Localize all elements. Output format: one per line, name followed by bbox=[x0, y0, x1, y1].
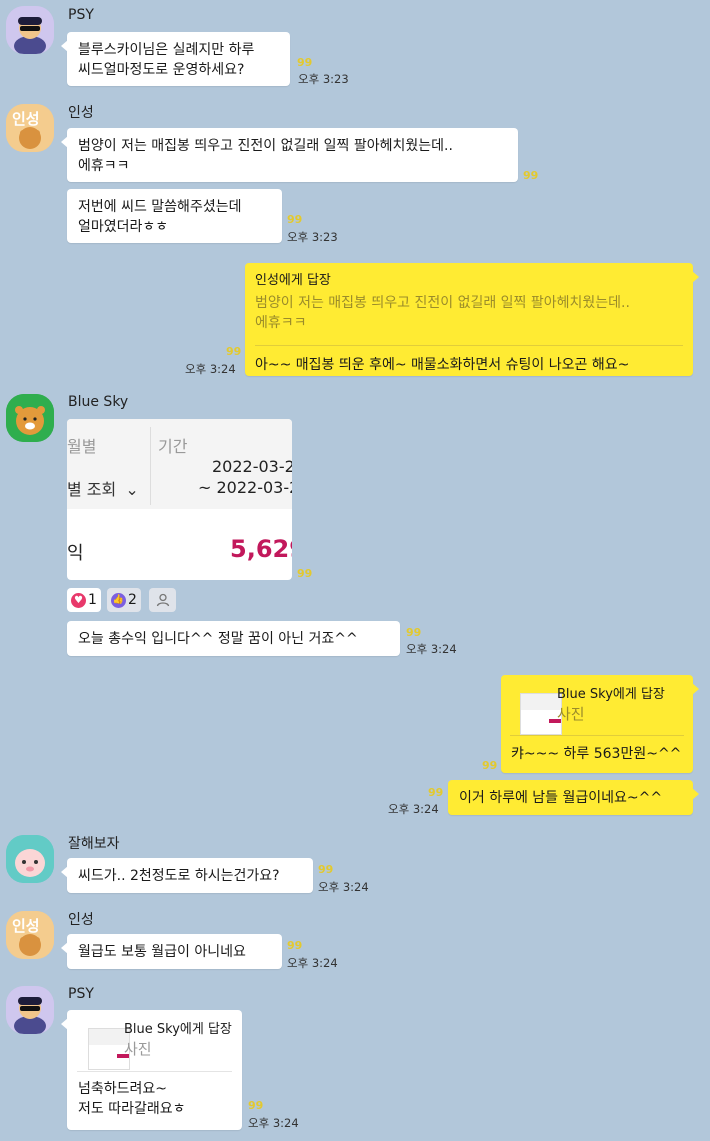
shared-image[interactable]: 월별 기간 2022-03-2 ~ 2022-03-2 별 조회 ⌄ 익 5,6… bbox=[67, 419, 292, 580]
divider bbox=[77, 1071, 232, 1072]
divider bbox=[255, 345, 683, 346]
sender-name: PSY bbox=[68, 986, 94, 1002]
timestamp: 오후 3:24 bbox=[406, 642, 457, 656]
message-text: 캬~~~ 하루 563만원~^^ bbox=[511, 746, 682, 762]
message-bubble[interactable]: 씨드가.. 2천정도로 하시는건가요? bbox=[61, 858, 313, 893]
image-date: 2022-03-2 bbox=[212, 457, 292, 476]
thumbs-up-icon: 👍 bbox=[111, 592, 126, 608]
unread-count: 99 bbox=[287, 939, 303, 952]
message-text: 에휴ㅋㅋ bbox=[78, 158, 130, 174]
message-bubble[interactable]: 블루스카이님은 실례지만 하루 씨드얼마정도로 운영하세요? bbox=[61, 32, 290, 86]
reply-quote: 에휴ㅋㅋ bbox=[255, 315, 307, 331]
ryan-avatar-icon bbox=[6, 394, 54, 442]
chevron-down-icon: ⌄ bbox=[125, 480, 139, 499]
divider bbox=[510, 735, 684, 736]
sender-name: 인성 bbox=[68, 912, 94, 928]
avatar-bluesky[interactable] bbox=[6, 394, 54, 442]
message-bubble[interactable]: 월급도 보통 월급이 아니네요 bbox=[61, 934, 282, 969]
unread-count: 99 bbox=[428, 786, 444, 799]
message-text: 저번에 씨드 말씀해주셨는데 bbox=[78, 199, 242, 215]
sender-name: Blue Sky bbox=[68, 394, 129, 410]
avatar-psy[interactable] bbox=[6, 986, 54, 1034]
message-text: 넘축하드려요~ bbox=[78, 1081, 168, 1097]
reply-target: Blue Sky에게 답장 bbox=[124, 1022, 232, 1037]
message-text: 범양이 저는 매집봉 띄우고 진전이 없길래 일찍 팔아헤치웠는데.. bbox=[78, 138, 453, 154]
message-bubble[interactable]: 이거 하루에 남들 월급이네요~^^ bbox=[448, 780, 699, 815]
reaction-heart[interactable]: ♥ 1 bbox=[67, 588, 101, 612]
message-text: 얼마였더라ㅎㅎ bbox=[78, 219, 169, 235]
avatar-psy[interactable] bbox=[6, 6, 54, 54]
my-reply-bubble[interactable]: 인성에게 답장 범양이 저는 매집봉 띄우고 진전이 없길래 일찍 팔아헤치웠는… bbox=[245, 263, 699, 376]
unread-count: 99 bbox=[287, 213, 303, 226]
message-bubble[interactable]: 범양이 저는 매집봉 띄우고 진전이 없길래 일찍 팔아헤치웠는데.. 에휴ㅋㅋ bbox=[61, 128, 518, 182]
timestamp: 오후 3:24 bbox=[388, 802, 439, 816]
message-text: 월급도 보통 월급이 아니네요 bbox=[78, 944, 246, 960]
unread-count: 99 bbox=[406, 626, 422, 639]
message-text: 이거 하루에 남들 월급이네요~^^ bbox=[459, 790, 663, 806]
timestamp: 오후 3:24 bbox=[185, 362, 236, 376]
avatar-inseong[interactable]: 인성 bbox=[6, 911, 54, 959]
image-dropdown: 별 조회 ⌄ bbox=[67, 476, 139, 500]
image-dropdown-label: 별 조회 bbox=[67, 480, 117, 499]
message-text: 씨드가.. 2천정도로 하시는건가요? bbox=[78, 868, 280, 884]
sender-name: 인성 bbox=[68, 105, 94, 121]
message-bubble[interactable]: 저번에 씨드 말씀해주셨는데 얼마였더라ㅎㅎ bbox=[67, 189, 282, 243]
reply-target: 인성에게 답장 bbox=[255, 273, 331, 288]
image-amount: 5,629 bbox=[230, 535, 292, 563]
my-reply-bubble[interactable]: Blue Sky에게 답장 사진 캬~~~ 하루 563만원~^^ bbox=[501, 675, 699, 773]
photo-thumbnail bbox=[520, 693, 562, 735]
message-text: 오늘 총수익 입니다^^ 정말 꿈이 아닌 거죠^^ bbox=[78, 631, 358, 647]
unread-count: 99 bbox=[482, 759, 498, 772]
message-text: 저도 따라갈래요ㅎ bbox=[78, 1101, 186, 1117]
psy-avatar-icon bbox=[6, 6, 54, 54]
unread-count: 99 bbox=[297, 567, 313, 580]
heart-icon: ♥ bbox=[71, 592, 86, 608]
reply-quote: 사진 bbox=[557, 705, 585, 723]
psy-avatar-icon bbox=[6, 986, 54, 1034]
unread-count: 99 bbox=[297, 56, 313, 69]
message-bubble[interactable]: 오늘 총수익 입니다^^ 정말 꿈이 아닌 거죠^^ bbox=[67, 621, 400, 656]
image-date: ~ 2022-03-2 bbox=[198, 478, 292, 497]
avatar-label: 인성 bbox=[12, 917, 40, 935]
reaction-count: 1 bbox=[88, 592, 97, 608]
avatar-jalhaeboja[interactable] bbox=[6, 835, 54, 883]
add-reaction-button[interactable] bbox=[149, 588, 176, 612]
reply-quote: 사진 bbox=[124, 1040, 152, 1058]
message-text: 블루스카이님은 실례지만 하루 bbox=[78, 42, 255, 58]
reaction-like[interactable]: 👍 2 bbox=[107, 588, 141, 612]
reply-quote: 범양이 저는 매집봉 띄우고 진전이 없길래 일찍 팔아헤치웠는데.. bbox=[255, 295, 630, 311]
timestamp: 오후 3:24 bbox=[248, 1116, 299, 1130]
apeach-avatar-icon bbox=[6, 835, 54, 883]
image-row-label: 익 bbox=[67, 543, 84, 564]
message-text: 아~~ 매집봉 띄운 후에~ 매물소화하면서 슈팅이 나오곤 해요~ bbox=[255, 357, 630, 373]
timestamp: 오후 3:24 bbox=[318, 880, 369, 894]
image-col-header: 월별 bbox=[67, 437, 97, 456]
avatar-label: 인성 bbox=[12, 110, 40, 128]
reply-bubble[interactable]: Blue Sky에게 답장 사진 넘축하드려요~ 저도 따라갈래요ㅎ bbox=[61, 1010, 242, 1130]
timestamp: 오후 3:24 bbox=[287, 956, 338, 970]
avatar-inseong[interactable]: 인성 bbox=[6, 104, 54, 152]
unread-count: 99 bbox=[523, 169, 539, 182]
sender-name: 잘해보자 bbox=[68, 836, 120, 852]
image-col-header: 기간 bbox=[158, 437, 188, 456]
sender-name: PSY bbox=[68, 7, 94, 23]
unread-count: 99 bbox=[248, 1099, 264, 1112]
timestamp: 오후 3:23 bbox=[298, 72, 349, 86]
person-icon bbox=[156, 593, 169, 607]
message-text: 씨드얼마정도로 운영하세요? bbox=[78, 62, 245, 78]
unread-count: 99 bbox=[226, 345, 242, 358]
unread-count: 99 bbox=[318, 863, 334, 876]
reply-target: Blue Sky에게 답장 bbox=[557, 687, 665, 702]
reaction-count: 2 bbox=[128, 592, 137, 608]
image-column-divider bbox=[150, 427, 151, 505]
timestamp: 오후 3:23 bbox=[287, 230, 338, 244]
